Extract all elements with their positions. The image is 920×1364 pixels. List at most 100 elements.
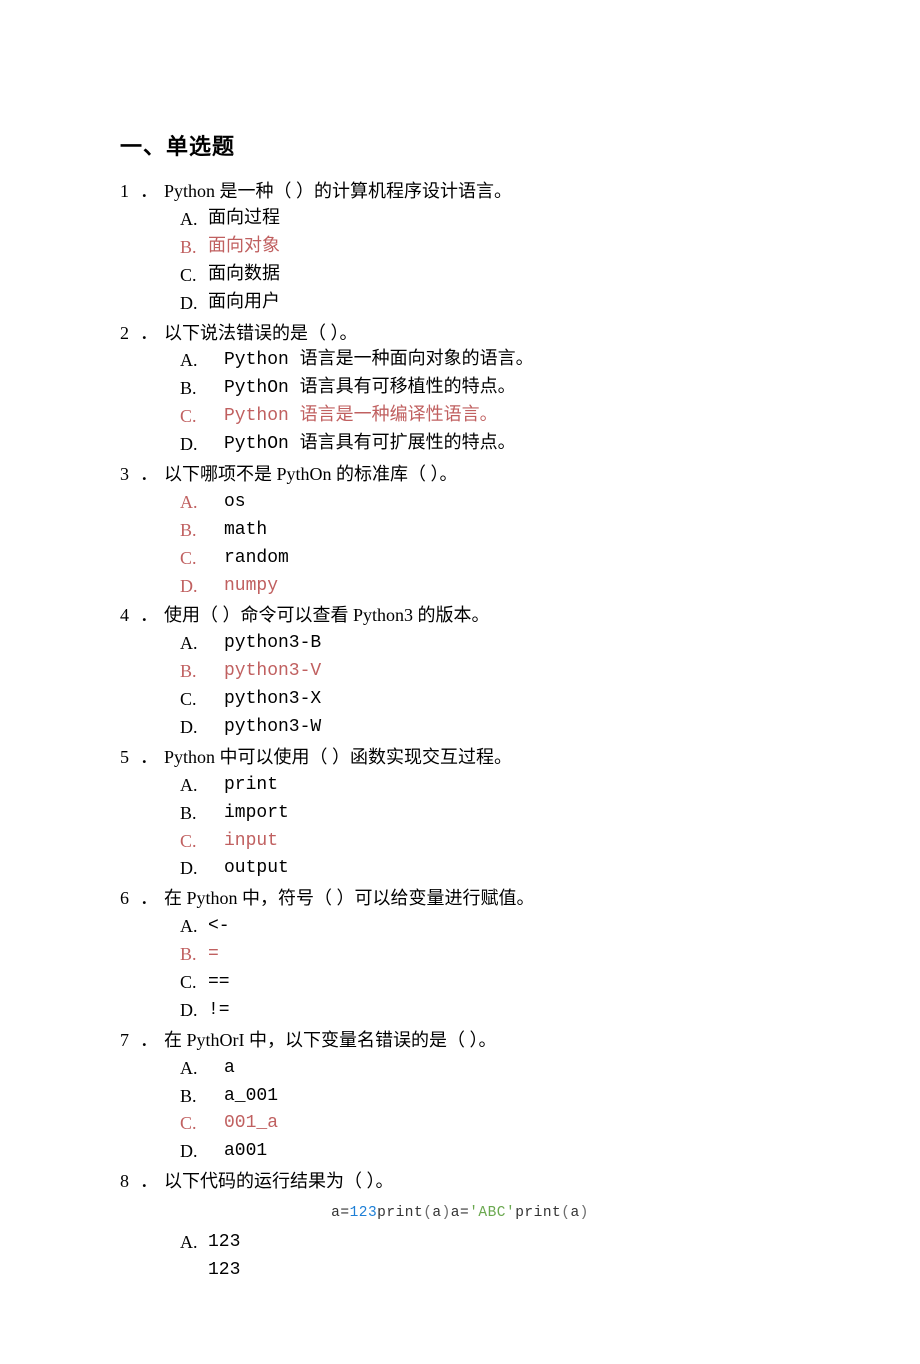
option: B.import: [120, 800, 800, 828]
question-dot: ．: [140, 885, 164, 913]
question-stem: 使用（ ）命令可以查看 Python3 的版本。: [164, 602, 800, 630]
option: B.PythOn 语言具有可移植性的特点。: [120, 375, 800, 403]
option-text: a001: [224, 1138, 800, 1166]
option-text: os: [224, 489, 800, 517]
question-stem: 以下哪项不是 PythOn 的标准库（ ）。: [164, 461, 800, 489]
option: D.PythOn 语言具有可扩展性的特点。: [120, 431, 800, 459]
question: 8．以下代码的运行结果为（ ）。 a=123print(a)a='ABC'prin…: [120, 1168, 800, 1284]
option-label: B.: [180, 800, 224, 828]
option: C.==: [120, 969, 800, 997]
option: A.os: [120, 489, 800, 517]
question: 6．在 Python 中，符号（ ）可以给变量进行赋值。A.<-B.=C.==D…: [120, 885, 800, 1024]
option-label: D.: [180, 290, 208, 318]
option-text: 面向数据: [208, 262, 800, 290]
code-snippet: a=123print(a)a='ABC'print(a): [120, 1202, 800, 1224]
option-text: python3-V: [224, 658, 800, 686]
option: B.=: [120, 941, 800, 969]
option-label: A.: [180, 489, 224, 517]
option-label: D.: [180, 997, 208, 1025]
question-number: 6: [120, 885, 140, 913]
option: C.python3-X: [120, 686, 800, 714]
question-stem: 在 PythOrI 中，以下变量名错误的是（ ）。: [164, 1027, 800, 1055]
question-line: 7．在 PythOrI 中，以下变量名错误的是（ ）。: [120, 1027, 800, 1055]
option-text: 面向用户: [208, 290, 800, 318]
option-label: C.: [180, 969, 208, 997]
option: D.python3-W: [120, 714, 800, 742]
question-line: 1．Python 是一种（ ）的计算机程序设计语言。: [120, 178, 800, 206]
option: A.a: [120, 1055, 800, 1083]
option: D.!=: [120, 997, 800, 1025]
option-text: random: [224, 545, 800, 573]
question-line: 6．在 Python 中，符号（ ）可以给变量进行赋值。: [120, 885, 800, 913]
option-text: print: [224, 772, 800, 800]
option-label: D.: [180, 431, 224, 459]
option: D.a001: [120, 1138, 800, 1166]
option-text: python3-X: [224, 686, 800, 714]
option: A.<-: [120, 913, 800, 941]
option-label: D.: [180, 714, 224, 742]
option: A.python3-B: [120, 630, 800, 658]
option: A.123: [120, 1229, 800, 1257]
option-text: =: [208, 941, 800, 969]
option-label: B.: [180, 941, 208, 969]
option: D.output: [120, 855, 800, 883]
question-dot: ．: [140, 178, 164, 206]
option-text: !=: [208, 997, 800, 1025]
option-text: numpy: [224, 573, 800, 601]
question-line: 3．以下哪项不是 PythOn 的标准库（ ）。: [120, 461, 800, 489]
option-label: D.: [180, 1138, 224, 1166]
option: C.input: [120, 828, 800, 856]
option-text: a: [224, 1055, 800, 1083]
option-text: Python 语言是一种编译性语言。: [224, 403, 800, 431]
questions-list: 1．Python 是一种（ ）的计算机程序设计语言。A.面向过程B.面向对象C.…: [120, 178, 800, 1284]
option: A.Python 语言是一种面向对象的语言。: [120, 347, 800, 375]
option-label: A.: [180, 772, 224, 800]
question-dot: ．: [140, 602, 164, 630]
option-text: PythOn 语言具有可移植性的特点。: [224, 375, 800, 403]
option: C.random: [120, 545, 800, 573]
option-text: input: [224, 828, 800, 856]
question-line: 4．使用（ ）命令可以查看 Python3 的版本。: [120, 602, 800, 630]
option: C.面向数据: [120, 262, 800, 290]
question-stem: 在 Python 中，符号（ ）可以给变量进行赋值。: [164, 885, 800, 913]
option: B.面向对象: [120, 234, 800, 262]
question: 4．使用（ ）命令可以查看 Python3 的版本。A.python3-BB.p…: [120, 602, 800, 741]
option: D.numpy: [120, 573, 800, 601]
question-stem: Python 中可以使用（ ）函数实现交互过程。: [164, 744, 800, 772]
option-label: A.: [180, 1055, 224, 1083]
option-text: 面向过程: [208, 206, 800, 234]
question-number: 4: [120, 602, 140, 630]
option-text: python3-W: [224, 714, 800, 742]
question-line: 8．以下代码的运行结果为（ ）。: [120, 1168, 800, 1196]
question: 2．以下说法错误的是（ ）。A.Python 语言是一种面向对象的语言。B.Py…: [120, 320, 800, 459]
option: A.print: [120, 772, 800, 800]
option: B.a_001: [120, 1083, 800, 1111]
option-text: 001_a: [224, 1110, 800, 1138]
question-stem: 以下代码的运行结果为（ ）。: [164, 1168, 800, 1196]
option-label: B.: [180, 517, 224, 545]
question-stem: 以下说法错误的是（ ）。: [164, 320, 800, 348]
option-label: B.: [180, 234, 208, 262]
question-number: 2: [120, 320, 140, 348]
question-dot: ．: [140, 744, 164, 772]
question-dot: ．: [140, 1168, 164, 1196]
option-text: 面向对象: [208, 234, 800, 262]
option-text: <-: [208, 913, 800, 941]
option-label: A.: [180, 1229, 208, 1257]
option: B.python3-V: [120, 658, 800, 686]
option-text: a_001: [224, 1083, 800, 1111]
question-line: 5．Python 中可以使用（ ）函数实现交互过程。: [120, 744, 800, 772]
option-label: B.: [180, 1083, 224, 1111]
question-stem: Python 是一种（ ）的计算机程序设计语言。: [164, 178, 800, 206]
option-label: A.: [180, 913, 208, 941]
option-text: import: [224, 800, 800, 828]
option-label: C.: [180, 828, 224, 856]
option-label: C.: [180, 1110, 224, 1138]
question-number: 1: [120, 178, 140, 206]
question-number: 7: [120, 1027, 140, 1055]
option-text: PythOn 语言具有可扩展性的特点。: [224, 431, 800, 459]
question: 5．Python 中可以使用（ ）函数实现交互过程。A.printB.impor…: [120, 744, 800, 883]
option-text: Python 语言是一种面向对象的语言。: [224, 347, 800, 375]
option-label: A.: [180, 347, 224, 375]
question: 3．以下哪项不是 PythOn 的标准库（ ）。A.osB.mathC.rand…: [120, 461, 800, 600]
